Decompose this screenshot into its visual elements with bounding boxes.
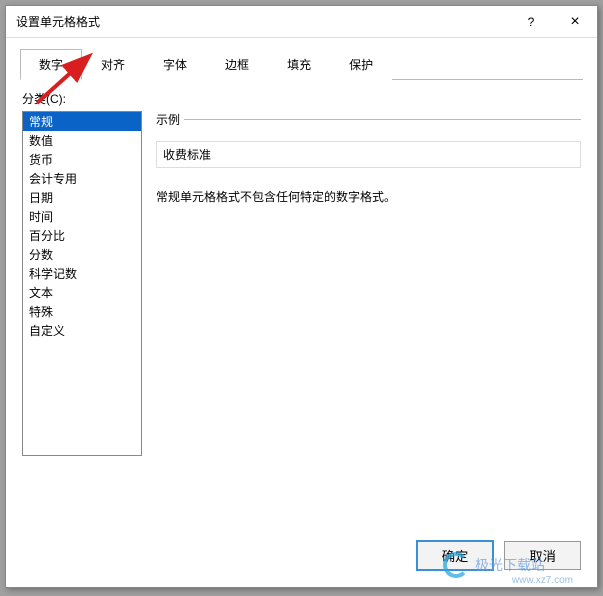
list-item[interactable]: 会计专用	[23, 169, 141, 188]
window-title: 设置单元格格式	[16, 13, 509, 30]
button-label: 确定	[442, 549, 469, 564]
footer: 确定 取消	[6, 528, 597, 587]
list-item[interactable]: 时间	[23, 207, 141, 226]
tab-border[interactable]: 边框	[206, 49, 268, 80]
sample-value: 收费标准	[156, 141, 581, 168]
cancel-button[interactable]: 取消	[504, 541, 581, 570]
list-item[interactable]: 自定义	[23, 321, 141, 340]
list-item[interactable]: 特殊	[23, 302, 141, 321]
tab-alignment[interactable]: 对齐	[82, 49, 144, 80]
tab-number[interactable]: 数字	[20, 49, 82, 80]
help-button[interactable]: ?	[509, 6, 553, 37]
tab-label: 填充	[287, 58, 311, 72]
right-panel: 示例 收费标准 常规单元格格式不包含任何特定的数字格式。	[142, 111, 581, 518]
tab-font[interactable]: 字体	[144, 49, 206, 80]
sample-group: 示例 收费标准	[156, 119, 581, 168]
tab-label: 保护	[349, 58, 373, 72]
close-button[interactable]: ×	[553, 6, 597, 37]
list-item[interactable]: 日期	[23, 188, 141, 207]
list-item[interactable]: 科学记数	[23, 264, 141, 283]
tab-protection[interactable]: 保护	[330, 49, 392, 80]
window-controls: ? ×	[509, 6, 597, 37]
titlebar: 设置单元格格式 ? ×	[6, 6, 597, 38]
format-description: 常规单元格格式不包含任何特定的数字格式。	[156, 188, 581, 205]
ok-button[interactable]: 确定	[416, 540, 495, 571]
sample-title: 示例	[156, 111, 184, 128]
help-icon: ?	[528, 15, 535, 29]
list-item[interactable]: 数值	[23, 131, 141, 150]
list-item[interactable]: 常规	[23, 112, 141, 131]
tab-label: 边框	[225, 58, 249, 72]
tab-label: 数字	[39, 58, 63, 72]
format-cells-dialog: 设置单元格格式 ? × 数字 对齐 字体 边框 填充 保护 分类(C): 常规 …	[5, 5, 598, 588]
close-icon: ×	[570, 13, 579, 31]
content-area: 分类(C): 常规 数值 货币 会计专用 日期 时间 百分比 分数 科学记数 文…	[6, 80, 597, 528]
list-item[interactable]: 分数	[23, 245, 141, 264]
list-item[interactable]: 百分比	[23, 226, 141, 245]
list-item[interactable]: 文本	[23, 283, 141, 302]
tab-label: 字体	[163, 58, 187, 72]
tab-strip-container: 数字 对齐 字体 边框 填充 保护	[6, 38, 597, 80]
content-row: 常规 数值 货币 会计专用 日期 时间 百分比 分数 科学记数 文本 特殊 自定…	[22, 111, 581, 518]
category-label: 分类(C):	[22, 90, 581, 107]
category-listbox[interactable]: 常规 数值 货币 会计专用 日期 时间 百分比 分数 科学记数 文本 特殊 自定…	[22, 111, 142, 456]
button-label: 取消	[529, 549, 556, 564]
watermark-url: www.xz7.com	[512, 575, 573, 586]
tab-strip: 数字 对齐 字体 边框 填充 保护	[20, 48, 583, 80]
tab-fill[interactable]: 填充	[268, 49, 330, 80]
list-item[interactable]: 货币	[23, 150, 141, 169]
tab-label: 对齐	[101, 58, 125, 72]
